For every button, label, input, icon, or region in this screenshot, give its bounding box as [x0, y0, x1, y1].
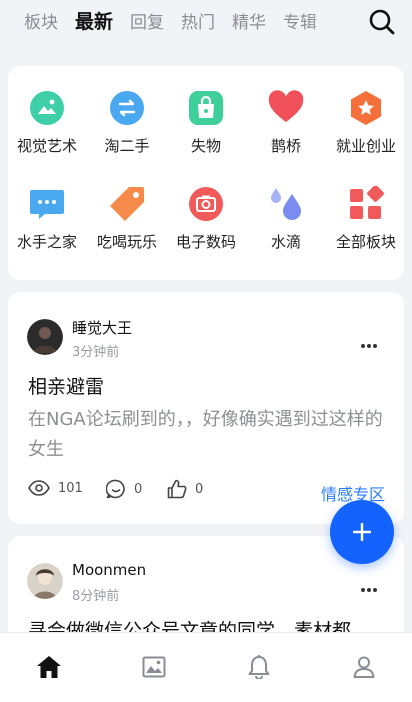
board-career[interactable]: 就业创业	[326, 90, 406, 170]
board-lost-found[interactable]: 失物	[166, 90, 246, 170]
post-title[interactable]: 相亲避雷	[28, 372, 104, 399]
water-drops-icon	[268, 186, 304, 222]
plus-icon	[353, 523, 371, 541]
boards-card: 视觉艺术 淘二手 失物 鹊桥 就业创业 水手之家 吃喝玩乐 电子数码 水滴 全部…	[8, 66, 404, 280]
board-water-drops[interactable]: 水滴	[246, 186, 326, 266]
board-label: 鹊桥	[270, 137, 301, 155]
image-icon	[142, 656, 166, 678]
like-button[interactable]: 0	[167, 479, 203, 499]
board-matchmaking[interactable]: 鹊桥	[246, 90, 326, 170]
more-options-button[interactable]	[360, 578, 378, 592]
view-count: 101	[28, 480, 83, 496]
board-sailors-home[interactable]: 水手之家	[7, 186, 87, 266]
board-label: 失物	[190, 137, 221, 155]
post-author[interactable]: Moonmen	[72, 561, 146, 579]
post-time: 8分钟前	[72, 589, 120, 604]
nav-gallery[interactable]	[139, 653, 169, 681]
more-icon	[361, 344, 377, 348]
post-author[interactable]: 睡觉大王	[72, 317, 132, 338]
tab-list: 板块 最新 回复 热门 精华 专辑	[24, 8, 340, 38]
tab-featured[interactable]: 精华	[232, 9, 266, 37]
exchange-icon	[109, 90, 145, 126]
post-time: 3分钟前	[72, 345, 120, 360]
search-icon	[369, 9, 395, 35]
view-count-value: 101	[58, 480, 83, 496]
tab-boards[interactable]: 板块	[24, 9, 58, 37]
more-icon	[361, 588, 377, 592]
post-excerpt[interactable]: 在NGA论坛刷到的，，好像确实遇到过这样的女生	[28, 405, 390, 465]
like-count: 0	[195, 481, 204, 497]
top-tab-bar: 板块 最新 回复 热门 精华 专辑	[0, 0, 412, 48]
palette-icon	[29, 90, 65, 126]
comment-count: 0	[134, 481, 143, 497]
bottom-navigation	[0, 632, 412, 702]
tab-latest[interactable]: 最新	[75, 8, 113, 36]
board-label: 水滴	[270, 233, 301, 251]
new-post-button[interactable]	[330, 500, 394, 564]
home-icon	[37, 656, 61, 678]
comment-icon	[106, 479, 125, 499]
nav-notifications[interactable]	[244, 653, 274, 681]
tabs-fade-overlay	[310, 6, 340, 40]
avatar[interactable]	[27, 563, 63, 599]
star-hexagon-icon	[348, 90, 384, 126]
board-all[interactable]: 全部板块	[326, 186, 406, 266]
tab-replies[interactable]: 回复	[130, 9, 164, 37]
avatar[interactable]	[27, 319, 63, 355]
board-label: 吃喝玩乐	[96, 233, 157, 251]
more-options-button[interactable]	[360, 334, 378, 348]
eye-icon	[28, 480, 50, 496]
board-label: 就业创业	[335, 137, 396, 155]
board-visual-art[interactable]: 视觉艺术	[7, 90, 87, 170]
bag-icon	[188, 90, 224, 126]
chat-bubble-icon	[29, 186, 65, 222]
search-button[interactable]	[368, 8, 396, 36]
board-label: 全部板块	[335, 233, 396, 251]
heart-icon	[268, 90, 304, 126]
comment-button[interactable]: 0	[106, 479, 142, 499]
board-label: 淘二手	[104, 137, 150, 155]
board-second-hand[interactable]: 淘二手	[87, 90, 167, 170]
camera-icon	[188, 186, 224, 222]
thumbs-up-icon	[167, 479, 187, 499]
board-label: 视觉艺术	[16, 137, 77, 155]
bell-icon	[248, 655, 270, 679]
board-electronics[interactable]: 电子数码	[166, 186, 246, 266]
board-label: 水手之家	[16, 233, 77, 251]
nav-profile[interactable]	[349, 653, 379, 681]
user-icon	[353, 656, 375, 678]
nav-home[interactable]	[34, 653, 64, 681]
tab-hot[interactable]: 热门	[181, 9, 215, 37]
board-label: 电子数码	[175, 233, 236, 251]
post-card[interactable]: 睡觉大王 3分钟前 相亲避雷 在NGA论坛刷到的，，好像确实遇到过这样的女生 1…	[8, 292, 404, 524]
grid-icon	[348, 186, 384, 222]
board-food-fun[interactable]: 吃喝玩乐	[87, 186, 167, 266]
tag-icon	[109, 186, 145, 222]
